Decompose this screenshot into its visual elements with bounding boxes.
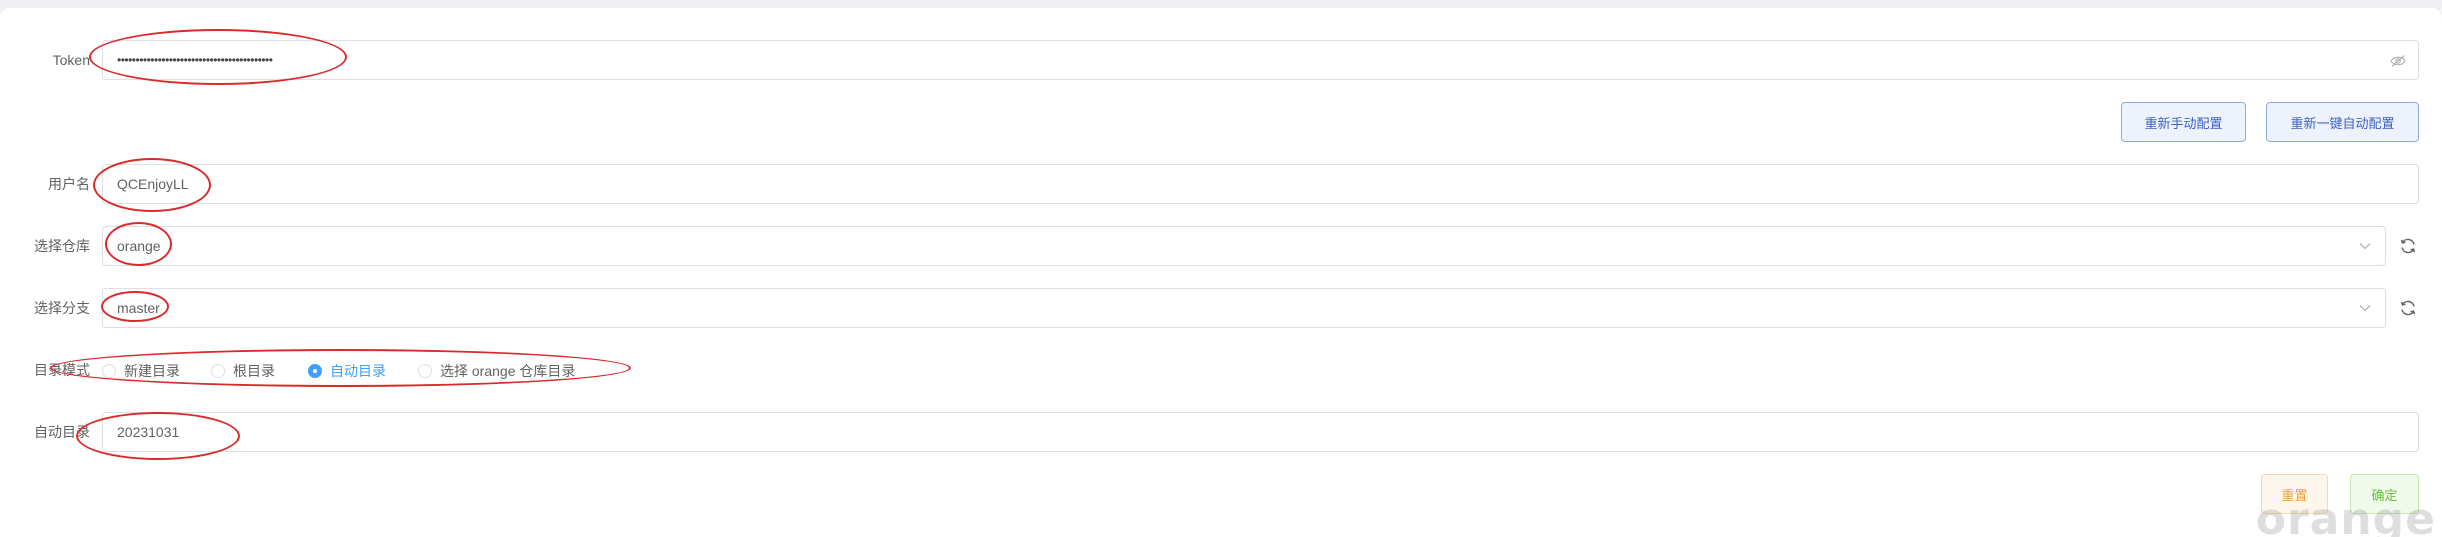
radio-label: 选择 orange 仓库目录	[440, 363, 576, 379]
refresh-icon[interactable]	[2399, 237, 2417, 255]
auto-dir-input[interactable]: 20231031	[102, 412, 2419, 452]
username-label: 用户名	[48, 176, 90, 192]
repo-value: orange	[117, 238, 161, 254]
radio-new-dir[interactable]: 新建目录	[102, 361, 180, 381]
token-input[interactable]: ••••••••••••••••••••••••••••••••••••••••…	[102, 40, 2419, 80]
reconfig-manual-button[interactable]: 重新手动配置	[2121, 102, 2246, 142]
radio-label: 自动目录	[330, 363, 386, 379]
confirm-button[interactable]: 确定	[2350, 474, 2419, 514]
refresh-icon[interactable]	[2399, 299, 2417, 317]
reconfig-auto-button[interactable]: 重新一键自动配置	[2266, 102, 2419, 142]
radio-circle[interactable]	[418, 364, 432, 378]
dir-mode-label: 目录模式	[34, 362, 90, 378]
radio-select-repo-dir[interactable]: 选择 orange 仓库目录	[418, 361, 575, 381]
radio-label: 新建目录	[124, 363, 180, 379]
radio-circle[interactable]	[102, 364, 116, 378]
radio-root-dir[interactable]: 根目录	[211, 361, 275, 381]
chevron-down-icon	[2359, 305, 2371, 312]
token-label: Token	[52, 52, 90, 68]
radio-circle-checked[interactable]	[308, 364, 322, 378]
reset-button[interactable]: 重置	[2261, 474, 2328, 514]
radio-label: 根目录	[233, 363, 275, 379]
username-input[interactable]: QCEnjoyLL	[102, 164, 2419, 204]
radio-circle[interactable]	[211, 364, 225, 378]
eye-off-icon[interactable]	[2390, 54, 2406, 68]
auto-dir-value: 20231031	[117, 424, 180, 440]
repo-select[interactable]: orange	[102, 226, 2386, 266]
branch-value: master	[117, 300, 160, 316]
token-value: ••••••••••••••••••••••••••••••••••••••••…	[117, 53, 273, 67]
radio-auto-dir[interactable]: 自动目录	[308, 361, 386, 381]
repo-label: 选择仓库	[34, 238, 90, 254]
username-value: QCEnjoyLL	[117, 176, 189, 192]
chevron-down-icon	[2359, 243, 2371, 250]
auto-dir-label: 自动目录	[34, 424, 90, 440]
settings-card: Token ••••••••••••••••••••••••••••••••••…	[0, 8, 2442, 537]
branch-label: 选择分支	[34, 300, 90, 316]
branch-select[interactable]: master	[102, 288, 2386, 328]
